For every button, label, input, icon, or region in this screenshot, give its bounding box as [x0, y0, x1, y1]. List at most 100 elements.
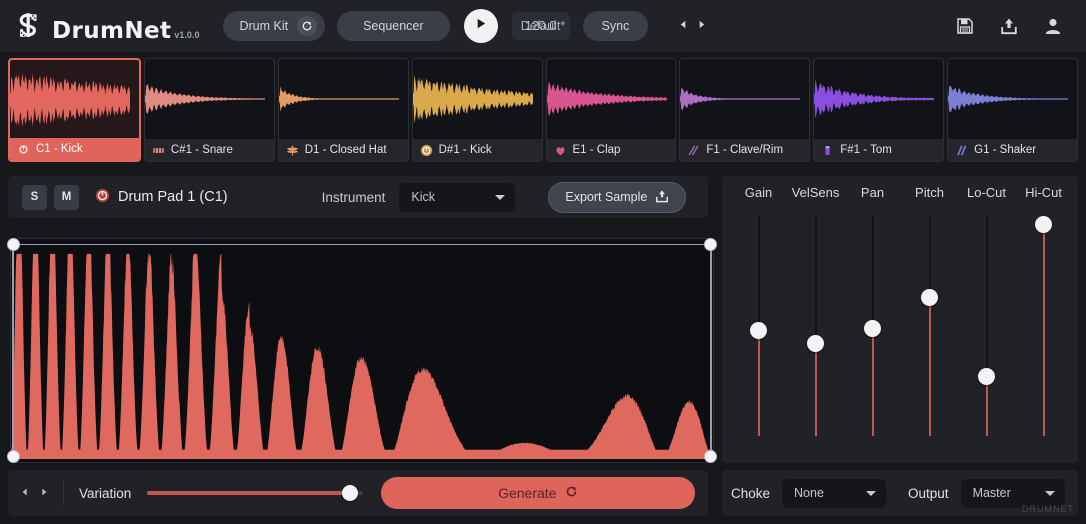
variation-slider-knob[interactable]: [342, 485, 358, 501]
drum-kit-button[interactable]: Drum Kit: [223, 11, 325, 41]
mute-button[interactable]: M: [54, 185, 79, 210]
param-header-lo-cut: Lo-Cut: [958, 185, 1015, 200]
prev-arrow-icon[interactable]: [678, 17, 689, 35]
drum-pad-label-row: F1 - Clave/Rim: [680, 139, 809, 161]
save-disk-icon[interactable]: [956, 17, 974, 35]
drum-pad-name: C#1 - Snare: [171, 144, 233, 156]
selection-start-line[interactable]: [12, 239, 14, 462]
drum-pad-label-row: F#1 - Tom: [814, 139, 943, 161]
hihat-icon: [286, 144, 299, 157]
choke-label: Choke: [731, 486, 770, 501]
sequencer-label: Sequencer: [363, 19, 423, 33]
solo-label: S: [31, 191, 39, 203]
prev-arrow-icon[interactable]: [20, 484, 30, 502]
slider-fill: [758, 330, 760, 436]
refresh-icon[interactable]: [297, 16, 317, 36]
slider-knob[interactable]: [1035, 216, 1052, 233]
kick-drum-icon: [420, 144, 433, 157]
user-account-icon[interactable]: [1044, 17, 1062, 35]
upload-icon[interactable]: [1000, 17, 1018, 35]
play-button[interactable]: [464, 9, 498, 43]
drum-pad-grid: C1 - Kick C#1 - Snare D1 - Closed Hat D#…: [8, 58, 1078, 162]
drum-pad-1[interactable]: C1 - Kick: [8, 58, 141, 162]
generate-bar: Variation Generate: [8, 470, 708, 516]
slider-knob[interactable]: [921, 289, 938, 306]
param-slider-pitch[interactable]: [901, 208, 958, 448]
variation-label: Variation: [79, 486, 131, 501]
drum-pad-7[interactable]: F#1 - Tom: [813, 58, 944, 162]
brand-block: DrumNet v1.0.0: [14, 8, 199, 44]
drum-pad-2[interactable]: C#1 - Snare: [144, 58, 275, 162]
sequencer-button[interactable]: Sequencer: [337, 11, 449, 41]
drum-pad-label-row: D#1 - Kick: [413, 139, 542, 161]
instrument-value: Kick: [411, 190, 435, 204]
slider-fill: [872, 328, 874, 436]
start-marker-handle[interactable]: [7, 238, 20, 251]
parameter-sliders: [722, 208, 1078, 448]
snare-drum-icon: [152, 144, 165, 157]
chevron-down-icon: [495, 195, 505, 200]
param-slider-lo-cut[interactable]: [958, 208, 1015, 448]
tempo-input[interactable]: 120.0: [512, 12, 570, 40]
slider-fill: [986, 377, 988, 436]
drum-pad-name: D1 - Closed Hat: [305, 144, 387, 156]
param-slider-pan[interactable]: [844, 208, 901, 448]
refresh-icon: [565, 485, 578, 501]
param-slider-hi-cut[interactable]: [1015, 208, 1072, 448]
slider-knob[interactable]: [807, 335, 824, 352]
routing-bar: Choke None Output Master DRUMNET: [722, 470, 1078, 516]
drum-kit-label: Drum Kit: [239, 19, 288, 33]
drum-pad-8[interactable]: G1 - Shaker: [947, 58, 1078, 162]
drum-pad-4[interactable]: D#1 - Kick: [412, 58, 543, 162]
sample-waveform-editor[interactable]: [10, 238, 714, 463]
upload-icon: [655, 189, 669, 206]
param-header-hi-cut: Hi-Cut: [1015, 185, 1072, 200]
selected-pad-title: Drum Pad 1 (C1): [95, 188, 228, 207]
brand-version: v1.0.0: [174, 30, 199, 40]
drum-pad-name: G1 - Shaker: [974, 144, 1036, 156]
slider-knob[interactable]: [978, 368, 995, 385]
selection-end-line[interactable]: [710, 239, 712, 462]
slider-knob[interactable]: [750, 322, 767, 339]
drum-pad-label-row: D1 - Closed Hat: [279, 139, 408, 161]
param-header-gain: Gain: [730, 185, 787, 200]
parameter-panel: GainVelSensPanPitchLo-CutHi-Cut: [722, 176, 1078, 463]
sync-button[interactable]: Sync: [583, 11, 649, 41]
clap-icon: [554, 144, 567, 157]
generate-button[interactable]: Generate: [381, 477, 695, 509]
shaker-icon: [955, 144, 968, 157]
selection-top-rule: [11, 244, 713, 245]
tom-drum-icon: [821, 144, 834, 157]
param-header-pitch: Pitch: [901, 185, 958, 200]
chevron-down-icon: [866, 491, 876, 496]
app-header: DrumNet v1.0.0 Drum Kit Sequencer 1: [0, 0, 1086, 52]
solo-button[interactable]: S: [22, 185, 47, 210]
end-marker-handle[interactable]: [704, 238, 717, 251]
param-header-velsens: VelSens: [787, 185, 844, 200]
drum-pad-label-row: E1 - Clap: [547, 139, 676, 161]
output-select[interactable]: Master: [961, 479, 1065, 508]
next-arrow-icon[interactable]: [39, 484, 49, 502]
start-marker-handle-bottom[interactable]: [7, 450, 20, 463]
param-header-pan: Pan: [844, 185, 901, 200]
drum-pad-3[interactable]: D1 - Closed Hat: [278, 58, 409, 162]
instrument-select[interactable]: Kick: [399, 183, 515, 212]
variation-step-nav: [20, 484, 49, 502]
param-slider-velsens[interactable]: [787, 208, 844, 448]
drum-pad-5[interactable]: E1 - Clap: [546, 58, 677, 162]
parameter-headers: GainVelSensPanPitchLo-CutHi-Cut: [722, 176, 1078, 208]
next-arrow-icon[interactable]: [696, 17, 707, 35]
slider-knob[interactable]: [864, 320, 881, 337]
variation-slider[interactable]: [147, 485, 363, 501]
choke-select[interactable]: None: [782, 479, 886, 508]
brand-name: DrumNet: [52, 18, 171, 44]
pad-title-label: Drum Pad 1 (C1): [118, 189, 228, 205]
drum-pad-6[interactable]: F1 - Clave/Rim: [679, 58, 810, 162]
end-marker-handle-bottom[interactable]: [704, 450, 717, 463]
export-sample-button[interactable]: Export Sample: [548, 182, 686, 213]
slider-fill: [1043, 225, 1045, 436]
param-slider-gain[interactable]: [730, 208, 787, 448]
kick-drum-icon: [17, 143, 30, 156]
output-label: Output: [908, 486, 949, 501]
drum-pad-name: D#1 - Kick: [439, 144, 492, 156]
